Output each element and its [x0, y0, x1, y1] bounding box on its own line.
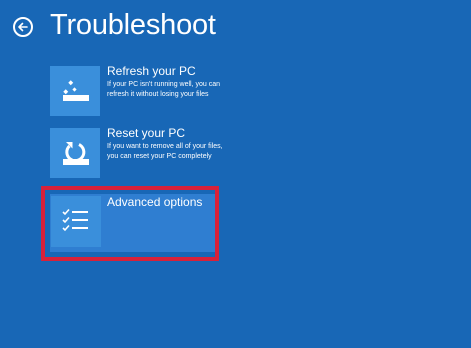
advanced-options-option[interactable]: Advanced options: [50, 194, 219, 252]
reset-pc-icon: [63, 142, 89, 165]
advanced-options-title: Advanced options: [107, 195, 203, 209]
reset-pc-option[interactable]: Reset your PC If you want to remove all …: [50, 126, 223, 178]
refresh-pc-option[interactable]: Refresh your PC If your PC isn't running…: [50, 64, 220, 116]
back-arrow-icon: [18, 22, 28, 32]
refresh-pc-description: If your PC isn't running well, you can r…: [107, 81, 221, 98]
refresh-pc-title: Refresh your PC: [107, 64, 196, 78]
refresh-pc-icon: [63, 80, 89, 101]
advanced-options-tile: [51, 196, 101, 247]
reset-pc-description: If you want to remove all of your files,…: [107, 143, 223, 160]
page-title: Troubleshoot: [50, 9, 216, 41]
refresh-pc-tile: [50, 66, 100, 116]
checklist-icon: [62, 208, 88, 232]
reset-pc-tile: [50, 128, 100, 178]
back-button[interactable]: [13, 17, 33, 37]
reset-pc-title: Reset your PC: [107, 126, 186, 140]
